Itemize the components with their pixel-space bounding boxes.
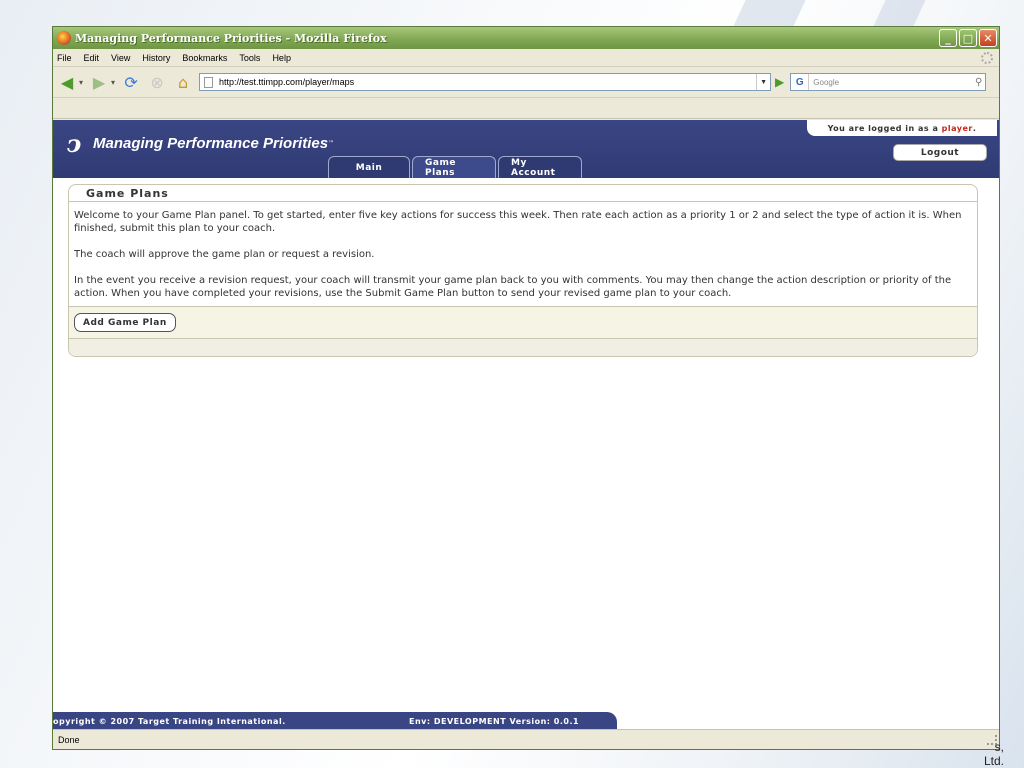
firefox-icon <box>57 31 71 45</box>
panel-instructions: Welcome to your Game Plan panel. To get … <box>69 202 977 306</box>
bookmarks-toolbar <box>53 97 999 119</box>
url-dropdown-icon[interactable]: ▼ <box>756 74 770 90</box>
logo-text: Managing Performance Priorities <box>93 134 329 152</box>
menu-view[interactable]: View <box>111 53 130 63</box>
page-icon <box>204 76 214 88</box>
menu-file[interactable]: File <box>57 53 72 63</box>
forward-arrow-icon[interactable]: ▶ <box>89 72 109 92</box>
title-bar: Managing Performance Priorities - Mozill… <box>53 27 999 49</box>
throbber-icon <box>981 51 993 64</box>
window-controls: _ □ ✕ <box>939 29 999 47</box>
close-button[interactable]: ✕ <box>979 29 997 47</box>
reload-icon[interactable]: ⟳ <box>121 72 141 92</box>
environment-info: Env: DEVELOPMENT Version: 0.0.1 <box>409 716 580 726</box>
search-input[interactable]: G Google ⚲ <box>790 73 987 91</box>
copyright-text: opyright © 2007 Target Training Internat… <box>53 716 286 726</box>
instruction-paragraph: The coach will approve the game plan or … <box>74 249 375 260</box>
back-arrow-icon[interactable]: ◀ <box>57 72 77 92</box>
main-tabs: Main Game Plans My Account <box>328 156 582 178</box>
instruction-paragraph: In the event you receive a revision requ… <box>74 275 952 299</box>
tab-game-plans[interactable]: Game Plans <box>412 156 496 178</box>
url-text: http://test.ttimpp.com/player/maps <box>219 77 355 87</box>
app-logo: ↄ Managing Performance Priorities ™ <box>61 128 334 158</box>
google-engine-icon[interactable]: G <box>791 74 810 90</box>
menu-bar: File Edit View History Bookmarks Tools H… <box>53 49 999 67</box>
app-footer: opyright © 2007 Target Training Internat… <box>53 712 617 730</box>
search-icon[interactable]: ⚲ <box>975 77 982 88</box>
menu-edit[interactable]: Edit <box>84 53 100 63</box>
search-placeholder: Google <box>813 77 840 87</box>
tab-main[interactable]: Main <box>328 156 410 178</box>
page-content: ↄ Managing Performance Priorities ™ Main … <box>53 120 999 730</box>
slide-corner-text: s, Ltd. <box>983 740 1004 768</box>
menu-help[interactable]: Help <box>272 53 291 63</box>
status-bar: Done <box>53 729 999 749</box>
login-status: You are logged in as a player. <box>807 120 997 136</box>
add-game-plan-button[interactable]: Add Game Plan <box>74 313 176 332</box>
tab-my-account[interactable]: My Account <box>498 156 582 178</box>
go-arrow-icon[interactable]: ▶ <box>775 75 784 89</box>
window-title: Managing Performance Priorities - Mozill… <box>75 31 387 45</box>
panel-footer <box>69 338 977 356</box>
navigation-toolbar: ◀ ▾ ▶ ▾ ⟳ ⊗ ⌂ http://test.ttimpp.com/pla… <box>53 67 999 97</box>
maximize-button[interactable]: □ <box>959 29 977 47</box>
app-header: ↄ Managing Performance Priorities ™ Main … <box>53 120 999 178</box>
menu-bookmarks[interactable]: Bookmarks <box>182 53 227 63</box>
login-role: player <box>941 123 973 133</box>
game-plans-panel: Game Plans Welcome to your Game Plan pan… <box>68 184 978 357</box>
panel-actions: Add Game Plan <box>69 306 977 338</box>
instruction-paragraph: Welcome to your Game Plan panel. To get … <box>74 210 962 234</box>
minimize-button[interactable]: _ <box>939 29 957 47</box>
logout-button[interactable]: Logout <box>893 144 987 161</box>
browser-window: Managing Performance Priorities - Mozill… <box>52 26 1000 750</box>
stop-icon[interactable]: ⊗ <box>147 72 167 92</box>
forward-dropdown-icon[interactable]: ▾ <box>111 78 115 87</box>
menu-tools[interactable]: Tools <box>239 53 260 63</box>
url-bar[interactable]: http://test.ttimpp.com/player/maps ▼ <box>199 73 772 91</box>
status-text: Done <box>58 734 80 745</box>
home-icon[interactable]: ⌂ <box>173 72 193 92</box>
panel-title: Game Plans <box>69 185 977 202</box>
back-dropdown-icon[interactable]: ▾ <box>79 78 83 87</box>
menu-history[interactable]: History <box>142 53 170 63</box>
runner-logo-icon: ↄ <box>66 128 82 158</box>
